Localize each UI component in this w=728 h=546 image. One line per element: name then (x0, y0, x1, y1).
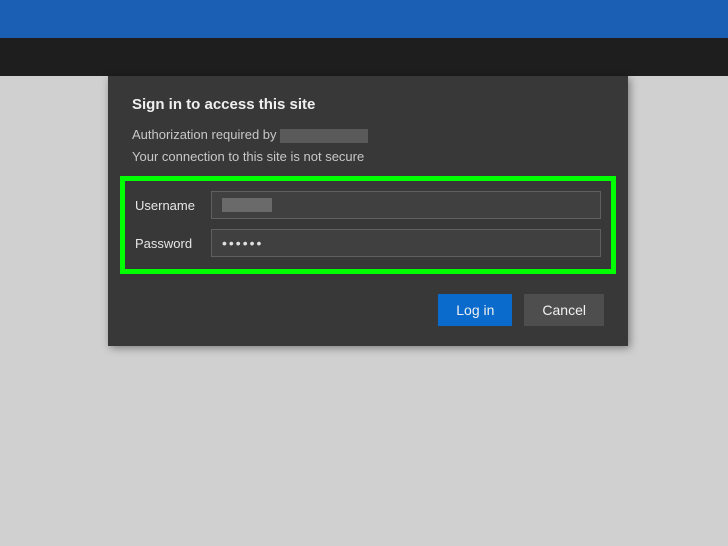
username-input[interactable] (211, 191, 601, 219)
password-input[interactable] (211, 229, 601, 257)
button-row: Log in Cancel (132, 294, 604, 326)
toolbar-dark (0, 38, 728, 76)
credentials-highlight-box: Username Password (120, 176, 616, 274)
server-name-redacted (280, 129, 368, 143)
titlebar-blue (0, 0, 728, 38)
auth-required-text: Authorization required by (132, 125, 604, 145)
password-row: Password (135, 229, 601, 257)
password-label: Password (135, 236, 211, 251)
dialog-title: Sign in to access this site (132, 96, 604, 113)
cancel-button[interactable]: Cancel (524, 294, 604, 326)
login-button[interactable]: Log in (438, 294, 512, 326)
auth-prefix: Authorization required by (132, 127, 277, 142)
connection-warning: Your connection to this site is not secu… (132, 147, 604, 167)
username-label: Username (135, 198, 211, 213)
username-row: Username (135, 191, 601, 219)
auth-dialog: Sign in to access this site Authorizatio… (108, 76, 628, 346)
username-value-redacted (222, 198, 272, 212)
